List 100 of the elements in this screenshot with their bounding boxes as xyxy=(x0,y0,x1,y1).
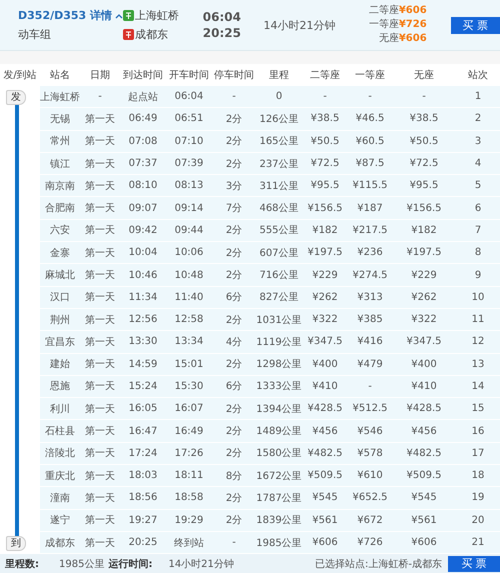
table-cell: ¥229 xyxy=(392,264,456,287)
table-cell: 2分 xyxy=(212,108,256,131)
station-cell: 潼南 xyxy=(40,487,80,510)
table-cell: ¥50.5 xyxy=(392,130,456,153)
table-cell: ¥416 xyxy=(348,331,392,354)
table-cell: - xyxy=(302,86,348,108)
table-cell: 0 xyxy=(256,86,302,108)
table-cell: ¥115.5 xyxy=(348,175,392,198)
train-details-link[interactable]: D352/D353 详情 xyxy=(18,8,124,24)
buy-ticket-button[interactable]: 买 票 xyxy=(450,16,500,34)
table-cell: 5 xyxy=(456,175,500,198)
station-cell: 合肥南 xyxy=(40,197,80,220)
run-time-value: 14小时21分钟 xyxy=(168,558,234,571)
table-cell: - xyxy=(212,86,256,108)
table-cell: 19:29 xyxy=(166,510,212,532)
table-cell: 237公里 xyxy=(256,152,302,176)
table-cell: ¥545 xyxy=(392,487,456,510)
table-cell: 10:46 xyxy=(120,264,166,287)
table-cell: 18:03 xyxy=(120,465,166,488)
station-cell: 汉口 xyxy=(40,286,80,309)
table-cell: ¥456 xyxy=(392,420,456,443)
table-cell: 2分 xyxy=(212,398,256,420)
table-cell: ¥512.5 xyxy=(348,398,392,420)
station-cell: 南京南 xyxy=(40,175,80,198)
table-cell: 第一天 xyxy=(80,442,120,466)
table-cell: ¥236 xyxy=(348,242,392,264)
station-cell: 遂宁 xyxy=(40,510,80,532)
station-cell: 重庆北 xyxy=(40,465,80,488)
station-cell: 镇江 xyxy=(40,152,80,176)
table-cell: 第一天 xyxy=(80,487,120,510)
table-cell: 17:24 xyxy=(120,442,166,466)
table-cell: 19:27 xyxy=(120,510,166,532)
table-cell: ¥87.5 xyxy=(348,152,392,176)
table-cell: 16 xyxy=(456,420,500,443)
table-cell: 08:10 xyxy=(120,175,166,198)
table-cell: 07:08 xyxy=(120,130,166,153)
column-header: 停车时间 xyxy=(213,68,255,82)
table-cell: - xyxy=(348,86,392,108)
table-cell: 7 xyxy=(456,220,500,242)
column-header: 里程 xyxy=(268,69,290,82)
station-cell: 恩施 xyxy=(40,376,80,398)
table-cell: ¥229 xyxy=(302,264,348,287)
table-cell: ¥313 xyxy=(348,286,392,309)
table-cell: 1489公里 xyxy=(256,420,302,443)
seat-price: 二等座¥606 xyxy=(368,4,427,18)
table-cell: 第一天 xyxy=(80,510,120,532)
table-cell: 12:56 xyxy=(120,308,166,332)
station-name: 上海虹桥 xyxy=(135,8,180,24)
table-cell: 827公里 xyxy=(256,286,302,309)
table-cell: 12 xyxy=(456,331,500,354)
table-cell: 09:07 xyxy=(120,197,166,220)
seat-price: 无座¥606 xyxy=(378,32,427,46)
table-cell: 2分 xyxy=(212,487,256,510)
seat-price: 一等座¥726 xyxy=(368,18,427,32)
table-cell: ¥156.5 xyxy=(302,197,348,220)
table-cell: ¥561 xyxy=(392,510,456,532)
table-cell: 2分 xyxy=(212,264,256,287)
column-header: 无座 xyxy=(413,68,435,82)
table-cell: ¥672 xyxy=(348,510,392,532)
table-cell: 06:49 xyxy=(120,108,166,131)
table-cell: ¥60.5 xyxy=(348,130,392,153)
table-cell: 08:13 xyxy=(166,175,212,198)
table-cell: 2分 xyxy=(212,510,256,532)
station-cell: 六安 xyxy=(40,220,80,242)
table-cell: 第一天 xyxy=(80,532,120,554)
table-cell: ¥610 xyxy=(348,465,392,488)
table-cell: 07:39 xyxy=(166,152,212,176)
table-cell: ¥578 xyxy=(348,442,392,466)
arrival-tag: 到 xyxy=(6,536,26,551)
table-cell: 2分 xyxy=(212,242,256,264)
run-time-label: 运行时间: xyxy=(108,558,152,571)
table-cell: ¥262 xyxy=(302,286,348,309)
table-cell: ¥182 xyxy=(392,220,456,242)
table-cell: ¥274.5 xyxy=(348,264,392,287)
station-cell: 石柱县 xyxy=(40,420,80,443)
table-cell: 12:58 xyxy=(166,308,212,332)
column-header: 到达时间 xyxy=(122,68,164,82)
table-cell: 第一天 xyxy=(80,242,120,264)
table-cell: 第一天 xyxy=(80,220,120,242)
buy-ticket-button[interactable]: 买 票 xyxy=(448,556,500,572)
table-cell: 11:34 xyxy=(120,286,166,309)
table-cell: 第一天 xyxy=(80,376,120,398)
table-cell: 3 xyxy=(456,130,500,153)
table-cell: 13 xyxy=(456,354,500,376)
table-cell: 15:30 xyxy=(166,376,212,398)
selected-stations-label: 已选择站点: xyxy=(315,558,368,571)
table-cell: ¥479 xyxy=(348,354,392,376)
table-cell: ¥561 xyxy=(302,510,348,532)
table-cell: ¥545 xyxy=(302,487,348,510)
table-cell: 第一天 xyxy=(80,420,120,443)
table-cell: ¥187 xyxy=(348,197,392,220)
table-cell: 18:56 xyxy=(120,487,166,510)
caret-icon xyxy=(115,12,124,19)
table-cell: 第一天 xyxy=(80,108,120,131)
table-cell: 2分 xyxy=(212,308,256,332)
table-cell: 20:25 xyxy=(120,532,166,554)
table-cell: 第一天 xyxy=(80,130,120,153)
table-cell: 1333公里 xyxy=(256,376,302,398)
table-cell: 11 xyxy=(456,308,500,332)
distance-value: 1985公里 xyxy=(59,558,104,571)
